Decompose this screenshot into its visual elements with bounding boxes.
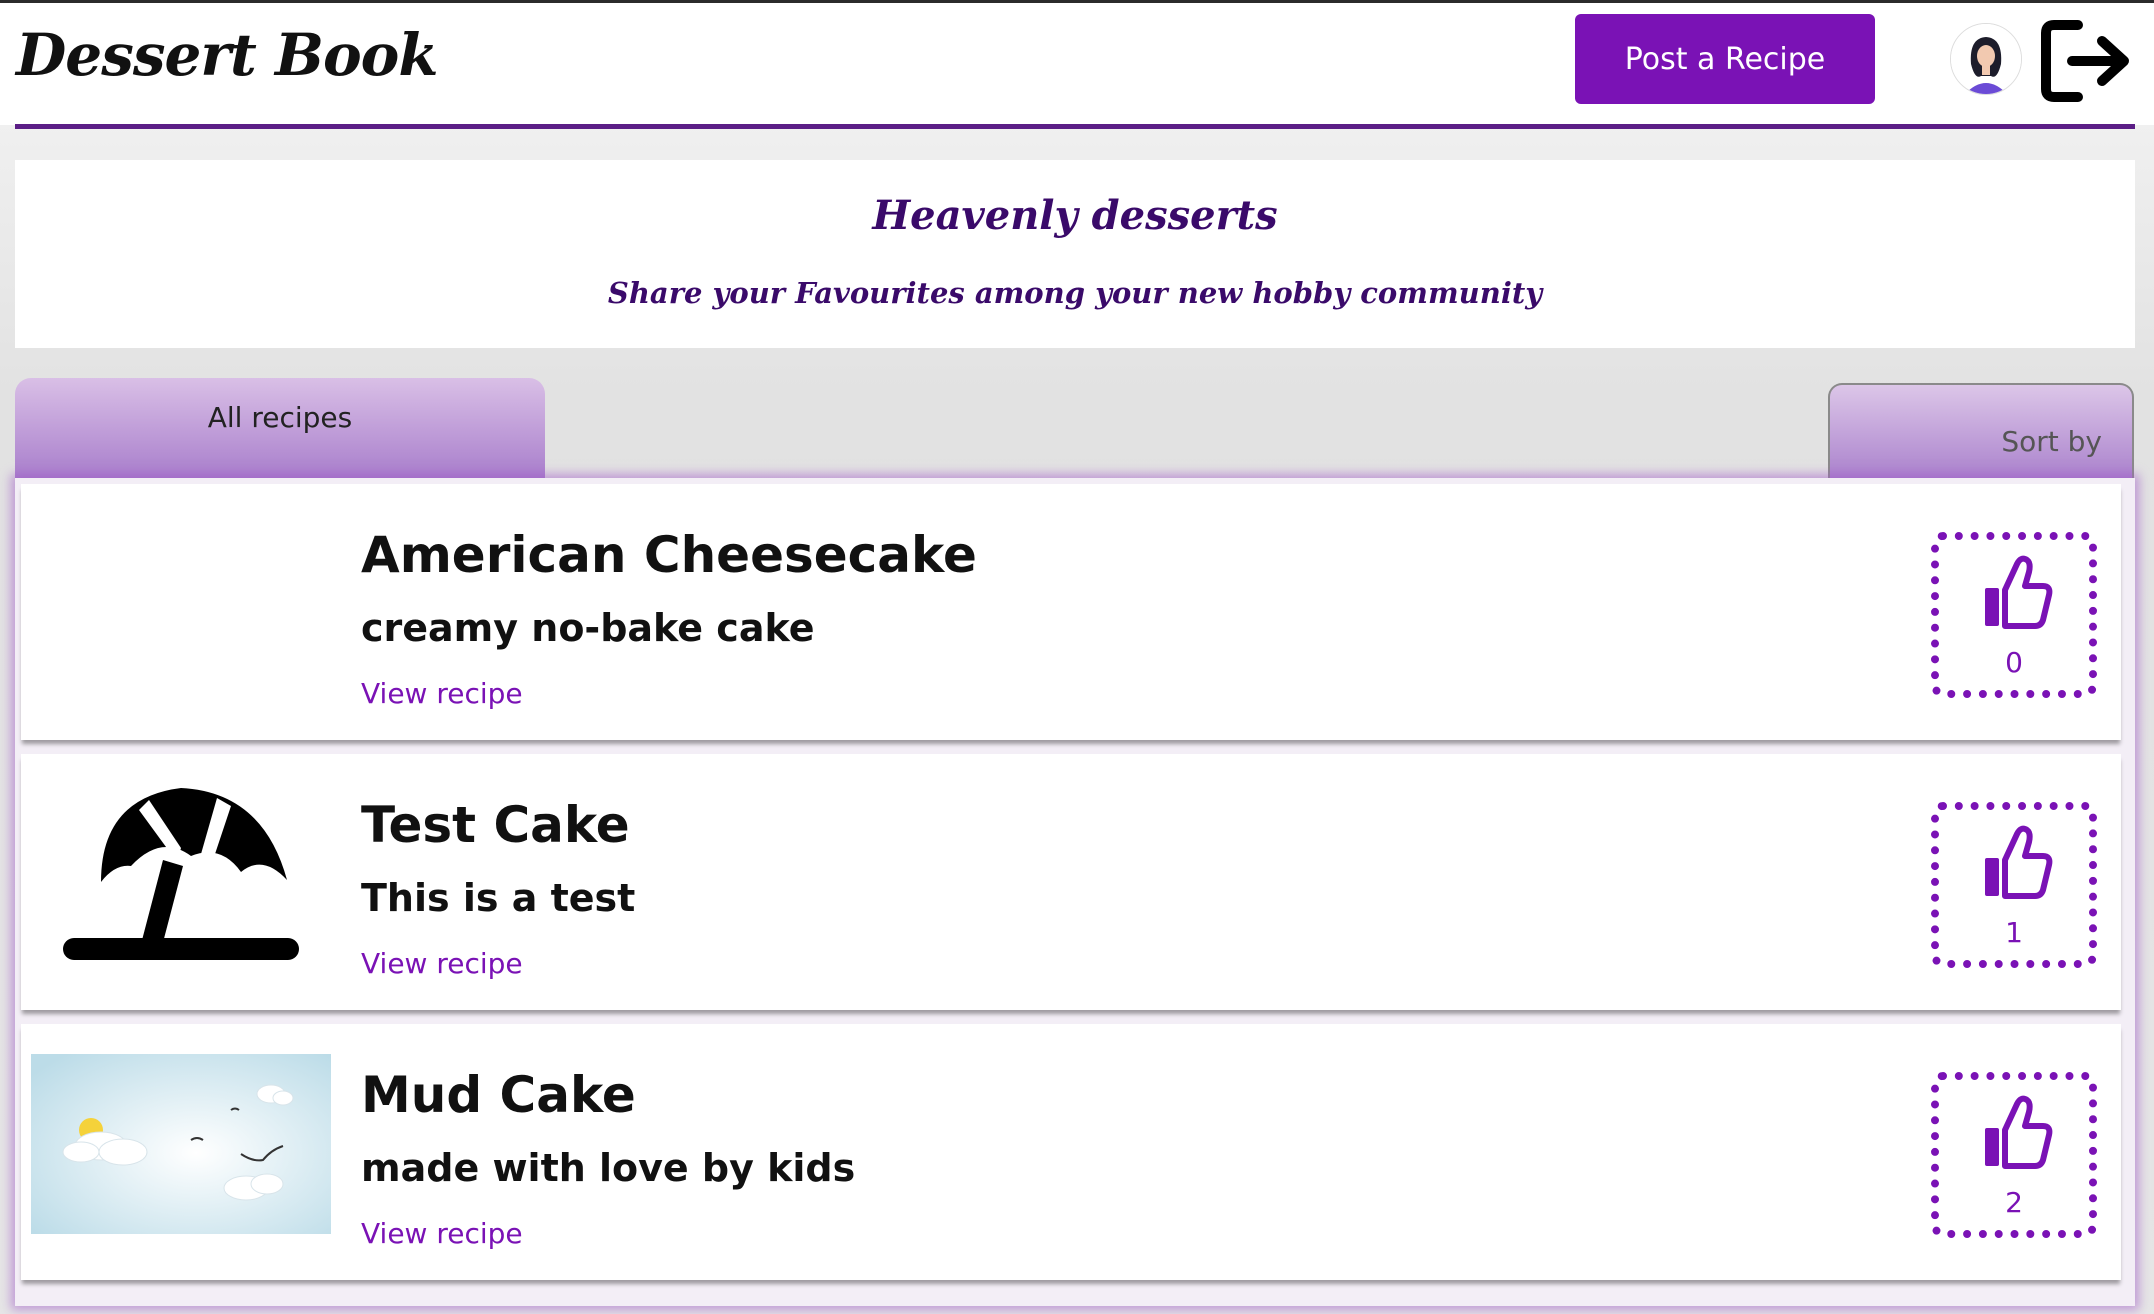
- app-header: Dessert Book Post a Recipe: [0, 3, 2154, 125]
- like-button[interactable]: 0: [1931, 532, 2097, 698]
- hero-subtitle: Share your Favourites among your new hob…: [607, 276, 1543, 310]
- thumbs-up-icon: [1985, 825, 2053, 899]
- like-count: 0: [2005, 646, 2023, 679]
- view-recipe-link[interactable]: View recipe: [361, 677, 523, 710]
- avatar-image: [1951, 24, 2021, 94]
- view-recipe-link[interactable]: View recipe: [361, 1217, 523, 1250]
- like-count: 2: [2005, 1186, 2023, 1219]
- thumbs-up-icon: [1985, 555, 2053, 629]
- header-divider: [15, 124, 2135, 129]
- recipe-card: American Cheesecake creamy no-bake cake …: [21, 484, 2121, 740]
- like-count: 1: [2005, 916, 2023, 949]
- recipe-title: Test Cake: [361, 796, 630, 854]
- beach-umbrella-icon: [63, 788, 299, 960]
- sky-clouds-image: [31, 1054, 331, 1234]
- recipe-title: Mud Cake: [361, 1066, 636, 1124]
- like-button[interactable]: 2: [1931, 1072, 2097, 1238]
- recipe-subtitle: creamy no-bake cake: [361, 606, 815, 650]
- recipe-card: Test Cake This is a test View recipe 1: [21, 754, 2121, 1010]
- thumbs-up-icon: [1985, 1095, 2053, 1169]
- brand-logo[interactable]: Dessert Book: [16, 21, 439, 89]
- logout-icon[interactable]: [2040, 19, 2132, 103]
- tab-all-recipes[interactable]: All recipes: [15, 378, 545, 478]
- recipe-list: American Cheesecake creamy no-bake cake …: [15, 478, 2135, 1306]
- hero-title: Heavenly desserts: [872, 192, 1278, 239]
- view-recipe-link[interactable]: View recipe: [361, 947, 523, 980]
- hero-banner: Heavenly desserts Share your Favourites …: [15, 160, 2135, 348]
- recipe-title: American Cheesecake: [361, 526, 977, 584]
- like-button[interactable]: 1: [1931, 802, 2097, 968]
- post-recipe-button[interactable]: Post a Recipe: [1575, 14, 1875, 104]
- user-avatar[interactable]: [1950, 23, 2022, 95]
- recipe-subtitle: This is a test: [361, 876, 636, 920]
- recipe-subtitle: made with love by kids: [361, 1146, 856, 1190]
- sort-by-button[interactable]: Sort by: [1828, 383, 2134, 478]
- recipe-thumbnail-empty: [31, 514, 331, 694]
- recipe-card: Mud Cake made with love by kids View rec…: [21, 1024, 2121, 1280]
